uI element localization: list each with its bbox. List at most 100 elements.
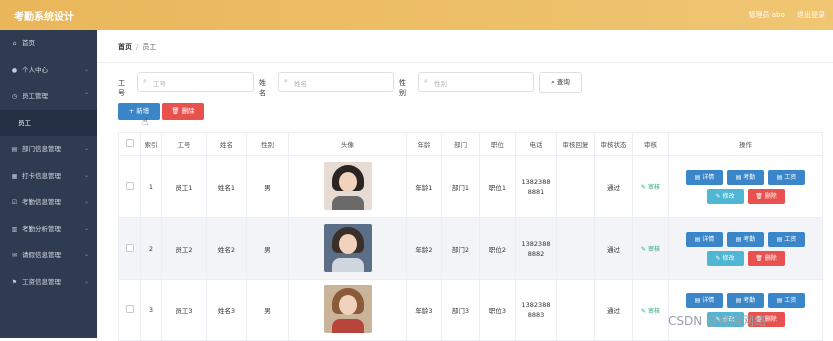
clock-icon: ◷ — [11, 93, 18, 100]
header-cell: 审核状态 — [594, 132, 633, 156]
header-cell: 性别 — [246, 132, 289, 156]
detail-button[interactable]: ▤ 详情 — [686, 169, 723, 185]
row-delete-button[interactable]: 🗑 删除 — [747, 188, 785, 204]
delete-button[interactable]: 🗑 删除 — [162, 103, 204, 120]
employee-table: 索引 工号 姓名 性别 头像 年龄 部门 职位 电话 审核回复 审核状态 审核 … — [118, 132, 823, 341]
sidebar-item-employee-mgmt[interactable]: ◷ 员工管理 ⌃ — [0, 83, 97, 110]
sidebar-item-label: 员工管理 — [22, 92, 48, 100]
trash-icon: 🗑 — [171, 107, 182, 115]
name-input[interactable]: ⌕ 姓名 — [278, 72, 394, 92]
search-icon: ⌕ — [284, 77, 288, 85]
sidebar-item-attendance[interactable]: ☑ 考勤信息管理 ⌄ — [0, 189, 97, 216]
table-row: 1 员工1 姓名1 男 年龄1 部门1 职位1 1382388 8881 通过 ✎… — [118, 155, 823, 218]
breadcrumb-bar: 首页 / 员工 — [97, 30, 833, 63]
cell-avatar — [288, 217, 407, 280]
sidebar-item-home[interactable]: ⌂ 首页 — [0, 30, 97, 57]
cell-position: 职位3 — [479, 279, 516, 341]
table-row: 3 员工3 姓名3 男 年龄3 部门3 职位3 1382388 8883 通过 ✎… — [118, 279, 823, 341]
cell-audit-reply — [556, 155, 595, 218]
breadcrumb-home[interactable]: 首页 — [118, 43, 132, 51]
cell-audit-status: 通过 — [594, 217, 633, 280]
sidebar-item-leave[interactable]: ✉ 请假信息管理 ⌄ — [0, 242, 97, 269]
cell-position: 职位2 — [479, 217, 516, 280]
cell-ops: ▤ 详情 ▤ 考勤 ▤ 工资 ✎ 修改 🗑 删除 — [668, 279, 823, 341]
attendance-button[interactable]: ▤ 考勤 — [727, 293, 764, 308]
chevron-down-icon: ⌄ — [83, 65, 89, 73]
phone-line-2: 8882 — [527, 249, 545, 258]
query-label: 查询 — [556, 78, 570, 86]
employee-id-input[interactable]: ⌕ 工号 — [137, 72, 254, 92]
phone-line-2: 8883 — [527, 311, 545, 319]
audit-link[interactable]: ✎ 审核 — [641, 246, 660, 253]
row-select[interactable] — [118, 217, 141, 280]
breadcrumb: 首页 / 员工 — [118, 42, 156, 52]
edit-button[interactable]: ✎ 修改 — [706, 250, 744, 266]
phone-line-1: 1382388 — [521, 239, 551, 248]
sidebar-item-label: 考勤信息管理 — [22, 198, 61, 206]
table-row: 2 员工2 姓名2 男 年龄2 部门2 职位2 1382388 8882 通过 ✎… — [118, 217, 823, 280]
row-select[interactable] — [118, 279, 141, 341]
sidebar-item-employee[interactable]: 员工 — [0, 109, 97, 136]
breadcrumb-separator: / — [136, 43, 139, 51]
cell-phone: 1382388 8883 — [515, 279, 557, 341]
detail-button[interactable]: ▤ 详情 — [686, 231, 723, 247]
home-icon: ⌂ — [12, 40, 17, 47]
cell-gender: 男 — [246, 279, 289, 341]
row-select[interactable] — [118, 155, 141, 218]
cell-avatar — [288, 155, 407, 218]
audit-link[interactable]: ✎ 审核 — [641, 308, 660, 315]
header-cell: 头像 — [288, 132, 407, 156]
sidebar-item-label: 工资信息管理 — [22, 277, 61, 286]
cell-dept: 部门3 — [441, 279, 480, 341]
phone-line-2: 8881 — [527, 187, 545, 196]
row-checkbox[interactable] — [125, 181, 134, 190]
add-button[interactable]: + 新增 — [118, 103, 160, 120]
attendance-button[interactable]: ▤ 考勤 — [727, 169, 764, 185]
filter-label-name: 姓名 — [259, 79, 266, 97]
sidebar-item-dept[interactable]: ▤ 部门信息管理 ⌄ — [0, 136, 97, 163]
chevron-down-icon: ⌄ — [83, 277, 89, 285]
sidebar-item-label: 员工 — [18, 118, 31, 127]
detail-button[interactable]: ▤ 详情 — [686, 293, 723, 308]
logout-link[interactable]: 退出登录 — [797, 11, 825, 19]
edit-button[interactable]: ✎ 修改 — [706, 188, 744, 204]
cell-name: 姓名2 — [206, 217, 247, 280]
avatar — [323, 285, 372, 333]
cell-dept: 部门2 — [441, 217, 480, 280]
cell-name: 姓名3 — [206, 279, 247, 341]
query-button[interactable]: ⌕ 查询 — [539, 72, 582, 93]
sidebar-item-profile[interactable]: ● 个人中心 ⌄ — [0, 57, 97, 84]
gender-input[interactable]: ⌕ 性别 — [418, 72, 534, 92]
header-cell: 年龄 — [406, 132, 442, 156]
cell-name: 姓名1 — [206, 155, 247, 218]
chevron-down-icon: ⌄ — [83, 251, 89, 258]
flag-icon: ⚑ — [11, 278, 18, 286]
audit-link[interactable]: ✎ 审核 — [641, 184, 660, 191]
sidebar-item-label: 打卡信息管理 — [22, 171, 61, 180]
header-cell: 索引 — [140, 132, 162, 156]
row-checkbox[interactable] — [125, 243, 134, 252]
row-delete-button[interactable]: 🗑 删除 — [747, 250, 785, 266]
admin-user[interactable]: 管理员 abo — [749, 11, 785, 19]
avatar — [323, 161, 372, 210]
sidebar-item-clockin[interactable]: ▦ 打卡信息管理 ⌄ — [0, 163, 97, 190]
salary-button[interactable]: ▤ 工资 — [768, 169, 805, 185]
sidebar-item-analysis[interactable]: ▥ 考勤分析管理 ⌄ — [0, 216, 97, 243]
header-select[interactable] — [118, 132, 141, 156]
search-icon: ⌕ — [424, 77, 428, 85]
header-cell: 部门 — [441, 132, 480, 156]
cell-employee-id: 员工1 — [161, 155, 207, 218]
row-checkbox[interactable] — [125, 305, 134, 313]
salary-button[interactable]: ▤ 工资 — [768, 293, 805, 308]
cell-ops: ▤ 详情 ▤ 考勤 ▤ 工资 ✎ 修改 🗑 删除 — [668, 155, 823, 218]
sidebar-item-label: 考勤分析管理 — [22, 224, 61, 233]
sidebar-item-label: 请假信息管理 — [22, 251, 61, 259]
chevron-down-icon: ⌄ — [83, 171, 89, 179]
salary-button[interactable]: ▤ 工资 — [768, 231, 805, 247]
sidebar-item-salary[interactable]: ⚑ 工资信息管理 ⌄ — [0, 269, 97, 296]
cell-index: 2 — [140, 217, 162, 280]
select-all-checkbox[interactable] — [125, 139, 134, 147]
chevron-down-icon: ⌄ — [83, 145, 89, 152]
attendance-button[interactable]: ▤ 考勤 — [727, 231, 764, 247]
gender-placeholder: 性别 — [434, 80, 447, 88]
